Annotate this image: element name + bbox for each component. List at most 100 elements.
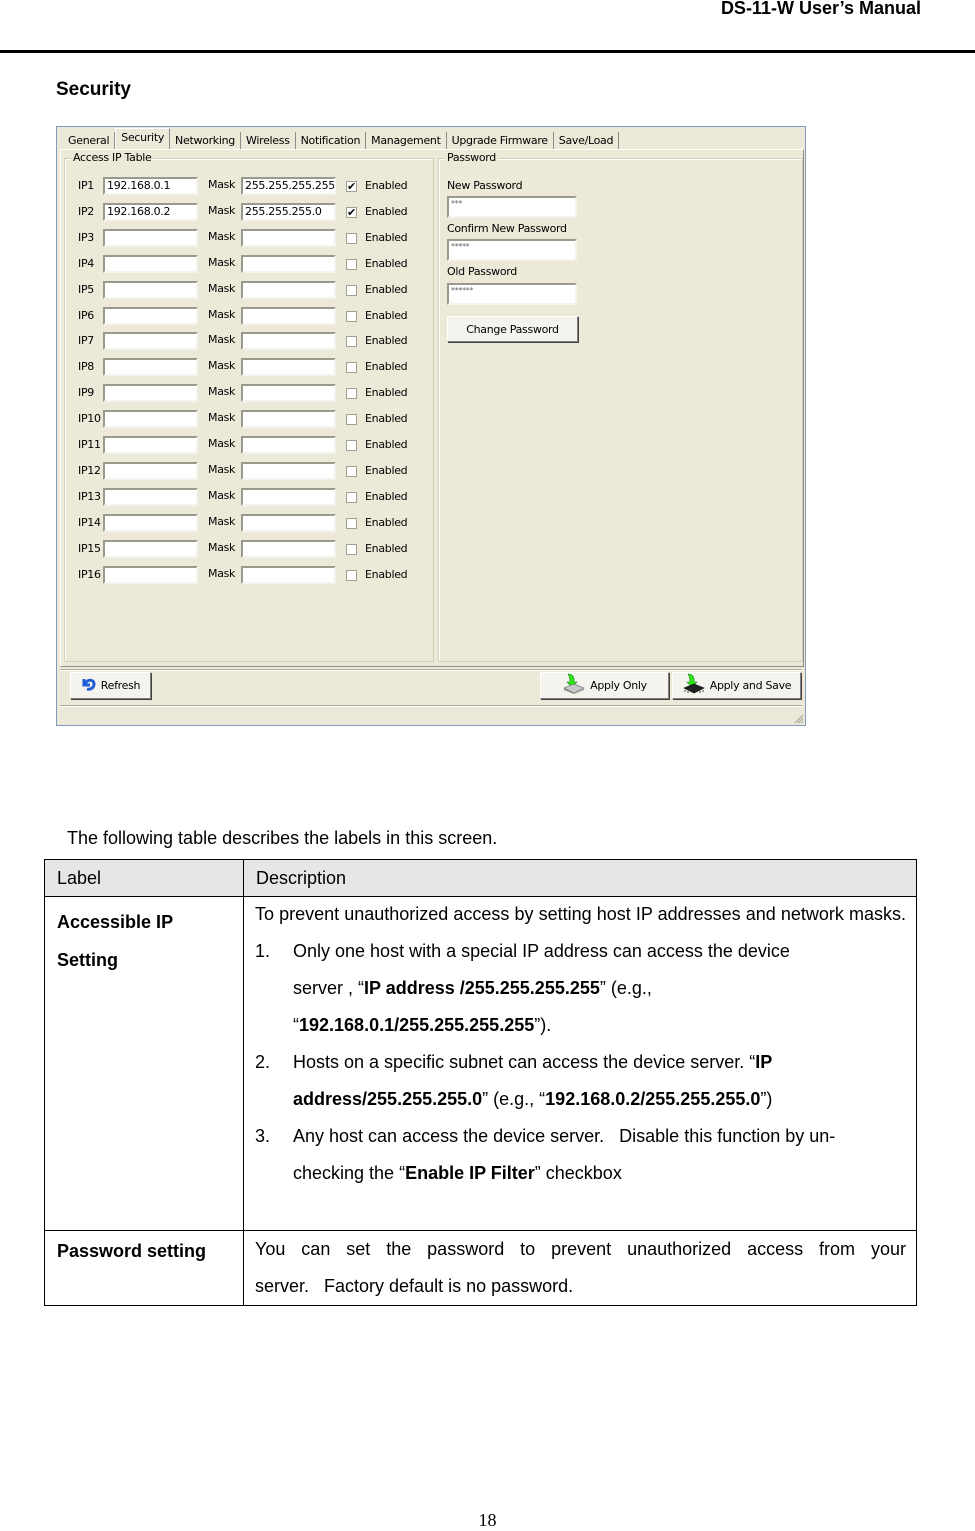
- row-label-password: Password setting: [44, 1230, 244, 1306]
- mask-input[interactable]: [241, 487, 336, 506]
- ip-address-input[interactable]: [103, 513, 198, 532]
- new-password-input[interactable]: ***: [447, 196, 577, 218]
- ip-label: IP10: [78, 412, 101, 426]
- refresh-label: Refresh: [100, 679, 141, 692]
- ip-label: IP15: [78, 541, 101, 555]
- ip-address-input[interactable]: [103, 410, 198, 429]
- mask-input[interactable]: [241, 539, 336, 558]
- ip-address-input[interactable]: 192.168.0.2: [103, 202, 198, 221]
- mask-input[interactable]: [241, 228, 336, 247]
- mask-input[interactable]: [241, 513, 336, 532]
- mask-input[interactable]: [241, 384, 336, 403]
- intro-text: The following table describes the labels…: [67, 828, 498, 848]
- enabled-checkbox[interactable]: [346, 414, 357, 426]
- tab-wireless[interactable]: Wireless: [241, 132, 296, 149]
- ip-address-input[interactable]: [103, 254, 198, 273]
- password-title: Password: [445, 151, 498, 164]
- mask-input[interactable]: [241, 306, 336, 325]
- mask-label: Mask: [208, 385, 236, 399]
- mask-input[interactable]: [241, 280, 336, 299]
- enabled-checkbox[interactable]: [346, 569, 357, 581]
- list-item: 1. Only one host with a special IP addres…: [255, 933, 906, 1044]
- ip-address-input[interactable]: [103, 384, 198, 403]
- table-header-row: Label Description: [44, 859, 917, 897]
- row-label-accessible-ip: Accessible IP Setting: [44, 896, 244, 1231]
- enabled-checkbox[interactable]: [346, 517, 357, 529]
- resize-grip-icon[interactable]: [792, 712, 804, 724]
- enabled-checkbox[interactable]: [346, 258, 357, 270]
- mask-label: Mask: [208, 178, 236, 191]
- enabled-label: Enabled: [365, 541, 408, 555]
- apply-to-device-icon: [562, 673, 586, 698]
- header-description: Description: [243, 859, 917, 897]
- enabled-checkbox[interactable]: ✔: [346, 181, 357, 192]
- enabled-checkbox[interactable]: [346, 388, 357, 400]
- ip-address-input[interactable]: [103, 436, 198, 454]
- table-row: Accessible IP Setting To prevent unautho…: [44, 896, 917, 1231]
- confirm-password-input[interactable]: *****: [447, 239, 577, 261]
- mask-input[interactable]: [241, 461, 336, 480]
- ip-label: IP14: [78, 515, 101, 529]
- ip-address-input[interactable]: [103, 487, 198, 506]
- tab-general[interactable]: General: [63, 132, 116, 149]
- enabled-checkbox[interactable]: ✔: [346, 206, 357, 218]
- tab-management[interactable]: Management: [366, 132, 447, 149]
- enabled-label: Enabled: [365, 386, 408, 400]
- enabled-label: Enabled: [365, 282, 408, 296]
- mask-input[interactable]: 255.255.255.0: [241, 202, 336, 221]
- mask-input[interactable]: 255.255.255.255: [241, 177, 336, 195]
- enabled-checkbox[interactable]: [346, 336, 357, 348]
- list-item-text: Hosts on a specific subnet can access th…: [293, 1052, 773, 1109]
- tab-notification[interactable]: Notification: [296, 132, 367, 149]
- enabled-checkbox[interactable]: [346, 440, 357, 451]
- tab-save-load[interactable]: Save/Load: [554, 132, 620, 149]
- enabled-checkbox[interactable]: [346, 284, 357, 296]
- change-password-label: Change Password: [466, 322, 559, 336]
- security-config-window: General Security Networking Wireless Not…: [56, 126, 806, 726]
- mask-input[interactable]: [241, 254, 336, 273]
- enabled-checkbox[interactable]: [346, 543, 357, 555]
- mask-input[interactable]: [241, 436, 336, 454]
- apply-and-save-button[interactable]: Apply and Save: [672, 672, 801, 699]
- mask-input[interactable]: [241, 332, 336, 351]
- enabled-label: Enabled: [365, 567, 408, 581]
- ip-address-input[interactable]: [103, 332, 198, 351]
- ip-address-input[interactable]: [103, 280, 198, 299]
- enabled-checkbox[interactable]: [346, 362, 357, 374]
- status-bar-separator: [60, 705, 802, 707]
- ip-address-input[interactable]: [103, 539, 198, 558]
- mask-input[interactable]: [241, 565, 336, 584]
- apply-only-button[interactable]: Apply Only: [540, 672, 669, 699]
- mask-label: Mask: [208, 203, 236, 217]
- old-password-input[interactable]: ******: [447, 283, 577, 305]
- tab-security[interactable]: Security: [115, 128, 171, 149]
- ip-address-input[interactable]: [103, 461, 198, 480]
- mask-label: Mask: [208, 488, 236, 502]
- enabled-checkbox[interactable]: [346, 465, 357, 477]
- enabled-checkbox[interactable]: [346, 491, 357, 503]
- enabled-checkbox[interactable]: [346, 310, 357, 322]
- mask-label: Mask: [208, 514, 236, 528]
- mask-label: Mask: [208, 333, 236, 347]
- ip-row: IP7 Mask Enabled: [65, 332, 435, 354]
- ip-row: IP5 Mask Enabled: [65, 280, 435, 303]
- ip-address-input[interactable]: [103, 565, 198, 584]
- mask-label: Mask: [208, 462, 236, 476]
- ip-row: IP4 Mask Enabled: [65, 254, 435, 277]
- ip-row: IP14 Mask Enabled: [65, 513, 435, 536]
- mask-input[interactable]: [241, 358, 336, 377]
- change-password-button[interactable]: Change Password: [447, 316, 578, 342]
- tab-networking[interactable]: Networking: [170, 132, 241, 149]
- ip-address-input[interactable]: [103, 358, 198, 377]
- ip-address-input[interactable]: 192.168.0.1: [103, 177, 198, 195]
- confirm-password-label: Confirm New Password: [447, 222, 567, 235]
- tab-upgrade-firmware[interactable]: Upgrade Firmware: [447, 132, 554, 149]
- refresh-button[interactable]: Refresh: [70, 672, 151, 699]
- mask-input[interactable]: [241, 410, 336, 429]
- ip-row: IP6 Mask Enabled: [65, 306, 435, 329]
- enabled-checkbox[interactable]: [346, 232, 357, 244]
- header-rule: [0, 50, 975, 53]
- ip-address-input[interactable]: [103, 228, 198, 247]
- ip-row: IP1 192.168.0.1 Mask 255.255.255.255 ✔ Enable…: [65, 177, 435, 199]
- ip-address-input[interactable]: [103, 306, 198, 325]
